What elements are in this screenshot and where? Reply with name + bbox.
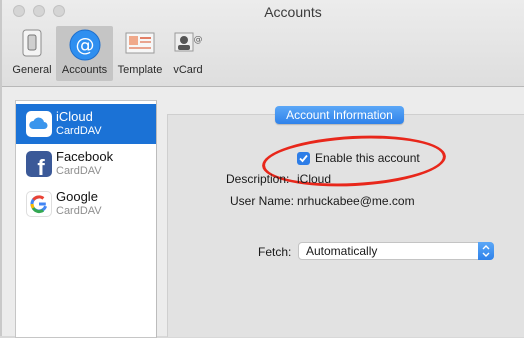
general-icon: [22, 29, 42, 57]
account-item-icloud[interactable]: iCloud CardDAV: [16, 104, 156, 144]
template-icon: [125, 32, 155, 54]
toolbar-accounts-label: Accounts: [61, 64, 108, 76]
select-arrows-icon: [478, 242, 494, 260]
titlebar: Accounts General @ Accounts Template @ v…: [2, 0, 524, 87]
toolbar-vcard-label: vCard: [173, 64, 203, 76]
username-value[interactable]: nrhuckabee@me.com: [297, 194, 415, 208]
toolbar-template-label: Template: [117, 64, 163, 76]
account-name: iCloud: [56, 109, 93, 124]
window-title: Accounts: [264, 4, 322, 20]
account-item-google[interactable]: Google CardDAV: [16, 184, 156, 224]
account-name: Google: [56, 189, 98, 204]
svg-text:@: @: [194, 35, 203, 45]
description-value[interactable]: iCloud: [297, 172, 331, 186]
toolbar-general[interactable]: General: [8, 26, 56, 81]
toolbar-template[interactable]: Template: [113, 26, 167, 81]
account-item-facebook[interactable]: f Facebook CardDAV: [16, 144, 156, 184]
account-type: CardDAV: [56, 205, 102, 217]
toolbar-general-label: General: [12, 64, 52, 76]
fetch-label: Fetch:: [258, 245, 292, 259]
account-name: Facebook: [56, 149, 114, 164]
vcard-icon: @: [174, 32, 203, 52]
fetch-select[interactable]: Automatically: [298, 242, 494, 260]
account-type: CardDAV: [56, 165, 102, 177]
description-label: Description:: [226, 172, 290, 186]
toolbar-vcard[interactable]: @ vCard: [167, 26, 209, 81]
toolbar-accounts[interactable]: @ Accounts: [56, 26, 113, 81]
google-icon: [26, 191, 52, 217]
facebook-icon: f: [26, 151, 52, 180]
username-label: User Name:: [230, 194, 295, 208]
svg-text:@: @: [75, 34, 94, 56]
icloud-icon: [26, 111, 52, 137]
at-sign-icon: @: [69, 29, 100, 61]
svg-text:f: f: [37, 155, 45, 177]
account-information-tab[interactable]: Account Information: [275, 106, 404, 124]
account-type: CardDAV: [56, 125, 102, 137]
accounts-list[interactable]: iCloud CardDAV f Facebook CardDAV Google…: [15, 100, 157, 338]
fetch-select-value: Automatically: [306, 244, 378, 258]
